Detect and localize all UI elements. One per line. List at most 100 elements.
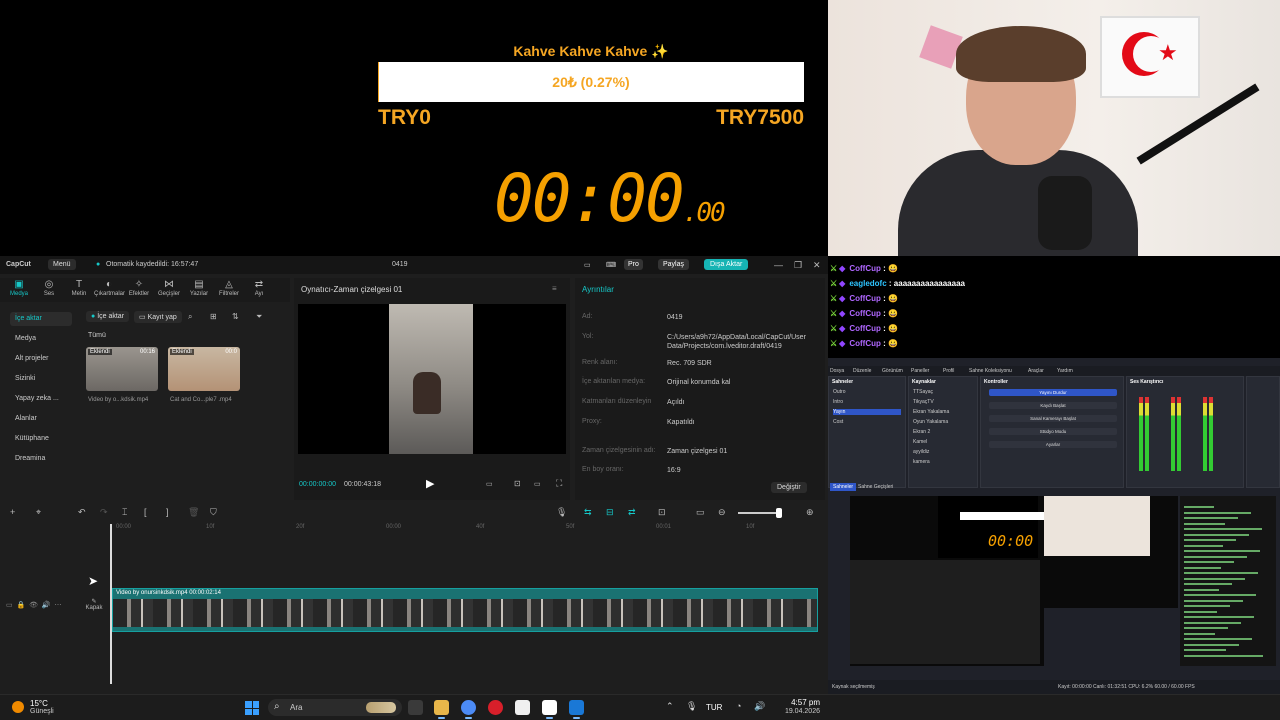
tray-mic-icon[interactable]: 🎙: [686, 701, 697, 712]
player-menu-icon[interactable]: ≡: [552, 284, 557, 293]
view-grid-icon[interactable]: ⊞: [210, 312, 217, 321]
sort-icon[interactable]: ⇅: [232, 312, 239, 321]
source-item[interactable]: TTSayaç: [913, 389, 933, 395]
select-tool-icon[interactable]: ⌖: [36, 507, 41, 518]
source-item[interactable]: Kamel: [913, 439, 927, 445]
add-track-icon[interactable]: +: [10, 507, 15, 517]
obs-menu-item[interactable]: Düzenle: [853, 368, 871, 374]
volume-icon[interactable]: 🔊: [754, 701, 765, 712]
tab-scenes[interactable]: Sahneler: [830, 483, 857, 491]
sidebar-item[interactable]: Sizinki: [10, 372, 72, 386]
source-item[interactable]: TikyaçTV: [913, 399, 934, 405]
source-item[interactable]: Oyun Yakalama: [913, 419, 948, 425]
scene-item[interactable]: Outro: [833, 389, 846, 395]
crop-icon[interactable]: ⊡: [514, 479, 521, 488]
mic-icon[interactable]: 🎙: [556, 507, 567, 518]
taskbar-search[interactable]: ⌕ Ara: [268, 699, 402, 716]
shield-icon[interactable]: ⛉: [210, 507, 217, 518]
scene-item[interactable]: Yayın: [833, 409, 901, 415]
screen-icon[interactable]: ▭: [696, 507, 705, 518]
menu-button[interactable]: Menü: [48, 259, 76, 270]
undo-icon[interactable]: ↶: [78, 507, 86, 518]
tool-6[interactable]: ▤ Yazılar: [184, 279, 214, 297]
track-controls[interactable]: ▭ 🔒 👁 🔊 ⋯: [6, 601, 62, 609]
notion-icon[interactable]: [515, 700, 530, 715]
chat-username[interactable]: CoffCup: [849, 309, 883, 318]
chrome-icon[interactable]: [461, 700, 476, 719]
source-item[interactable]: Ekran Yakalama: [913, 409, 949, 415]
play-icon[interactable]: ▶: [426, 477, 434, 490]
obs-menu-item[interactable]: Profil: [943, 368, 954, 374]
sidebar-item[interactable]: Alt projeler: [10, 352, 72, 366]
obs-menu-item[interactable]: Sahne Koleksiyonu: [969, 368, 1012, 374]
weather-desc[interactable]: Güneşli: [30, 708, 54, 715]
control-button[interactable]: Yayını Durdur: [989, 389, 1117, 396]
export-button[interactable]: Dışa Aktar: [704, 259, 749, 270]
change-button[interactable]: Değiştir: [771, 482, 807, 493]
source-item[interactable]: ayyildiz: [913, 449, 929, 455]
sidebar-item[interactable]: Dreamina: [10, 452, 72, 466]
shortcut-icon[interactable]: ⌨: [606, 261, 616, 269]
import-button[interactable]: ● İçe aktar: [86, 311, 130, 322]
sidebar-item[interactable]: Yapay zeka ...: [10, 392, 72, 406]
clock-time[interactable]: 4:57 pm: [780, 698, 820, 707]
obs-menu-item[interactable]: Paneller: [911, 368, 929, 374]
player-screen[interactable]: [298, 304, 566, 454]
sidebar-item[interactable]: İçe aktar: [10, 312, 72, 326]
control-button[interactable]: Sanal Kamerayı Başlat: [989, 415, 1117, 422]
caption-icon[interactable]: ⊡: [658, 507, 666, 518]
scene-item[interactable]: Intro: [833, 399, 843, 405]
zoom-in-icon[interactable]: ⊕: [806, 507, 814, 518]
chat-username[interactable]: CoffCup: [849, 324, 883, 333]
scene-item[interactable]: Cost: [833, 419, 843, 425]
control-button[interactable]: Ayarlar: [989, 441, 1117, 448]
filter-icon[interactable]: ⏷: [256, 312, 262, 322]
tray-chevron-icon[interactable]: ⌃: [666, 701, 674, 712]
close-icon[interactable]: ✕: [813, 260, 821, 271]
snap-icon[interactable]: ⊟: [606, 507, 614, 518]
filter-all[interactable]: Tümü: [88, 332, 106, 339]
chat-username[interactable]: CoffCup: [849, 294, 883, 303]
split-icon[interactable]: ⌶: [122, 507, 127, 518]
chat-username[interactable]: eagledofc: [849, 279, 889, 288]
minimize-icon[interactable]: —: [774, 260, 783, 270]
cover-button[interactable]: ✎ Kapak: [84, 598, 104, 620]
pro-button[interactable]: Pro: [624, 259, 643, 270]
chat-username[interactable]: CoffCup: [849, 339, 883, 348]
maximize-icon[interactable]: ❐: [794, 260, 802, 271]
weather-sun-icon[interactable]: [12, 701, 24, 713]
tool-2[interactable]: T Metin: [64, 279, 94, 297]
clock-date[interactable]: 19.04.2026: [772, 708, 820, 715]
tool-1[interactable]: ◎ Ses: [34, 279, 64, 297]
wifi-icon[interactable]: ◔: [736, 701, 741, 711]
tab-transitions[interactable]: Sahne Geçişleri: [858, 484, 893, 490]
obs-menu-item[interactable]: Dosya: [830, 368, 844, 374]
opera-icon[interactable]: [488, 700, 503, 715]
ratio-icon[interactable]: ▭: [534, 480, 541, 488]
chat-username[interactable]: CoffCup: [849, 264, 883, 273]
delete-icon[interactable]: 🗑: [188, 507, 199, 518]
sidebar-item[interactable]: Medya: [10, 332, 72, 346]
start-icon[interactable]: [245, 701, 259, 715]
obs-menu-item[interactable]: Görünüm: [882, 368, 903, 374]
tool-8[interactable]: ⇄ Ayı: [244, 279, 274, 297]
capcut-icon[interactable]: [542, 700, 557, 719]
zoom-out-icon[interactable]: ⊖: [718, 507, 726, 518]
record-button[interactable]: ▭ Kayıt yap: [134, 311, 182, 323]
sidebar-item[interactable]: Kütüphane: [10, 432, 72, 446]
sidebar-item[interactable]: Alanlar: [10, 412, 72, 426]
link-icon[interactable]: ⇆: [584, 507, 592, 518]
quality-icon[interactable]: ▭: [486, 480, 493, 488]
trim-right-icon[interactable]: ]: [166, 507, 169, 517]
control-button[interactable]: Stüdyo Modu: [989, 428, 1117, 435]
tool-3[interactable]: ◐ Çıkartmalar: [94, 279, 125, 297]
fullscreen-icon[interactable]: ⛶: [556, 478, 562, 489]
trim-left-icon[interactable]: [: [144, 507, 147, 517]
control-button[interactable]: Kaydı Başlat: [989, 402, 1117, 409]
tool-4[interactable]: ✧ Efektler: [124, 279, 154, 297]
tool-0[interactable]: ▣ Medya: [4, 279, 34, 297]
zoom-slider-handle[interactable]: [776, 508, 782, 518]
media-thumb-1[interactable]: Eklendi 00:16: [86, 347, 158, 391]
preview-axis-icon[interactable]: ⇄: [628, 507, 636, 518]
redo-icon[interactable]: ↷: [100, 507, 108, 518]
